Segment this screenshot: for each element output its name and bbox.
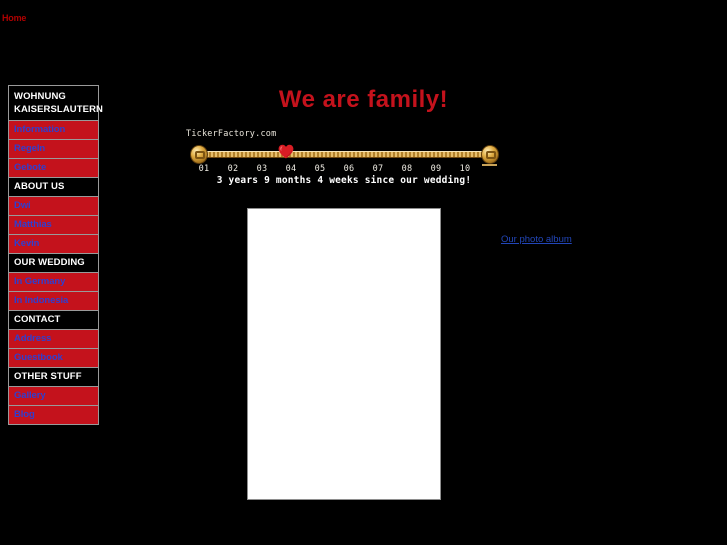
sidebar-item-address[interactable]: Address <box>9 330 98 349</box>
ticker-tick-03: 03 <box>256 164 268 174</box>
sidebar-item-kevin[interactable]: Kevin <box>9 235 98 254</box>
sidebar-item-gallery[interactable]: Gallery <box>9 387 98 406</box>
sidebar-link-guestbook[interactable]: Guestbook <box>14 352 94 364</box>
sidebar-item-gebote[interactable]: Gebote <box>9 159 98 178</box>
sidebar-header-contact: CONTACT <box>9 311 98 330</box>
sidebar-link-kevin[interactable]: Kevin <box>14 238 94 250</box>
sidebar-header-our-wedding: OUR WEDDING <box>9 254 98 273</box>
ticker-brand-label: TickerFactory.com <box>186 129 277 139</box>
chain-bar <box>202 151 488 158</box>
sidebar-link-regeln[interactable]: Regeln <box>14 143 94 155</box>
ticker-chain <box>186 143 502 166</box>
heart-charm-icon <box>278 144 294 159</box>
sidebar-item-in-indonesia[interactable]: In Indonesia <box>9 292 98 311</box>
ticker-tick-01: 01 <box>198 164 210 174</box>
ticker-tick-06: 06 <box>343 164 355 174</box>
ticker-tick-04: 04 <box>285 164 297 174</box>
chain-clasp-left-icon <box>190 145 208 164</box>
sidebar-header-about-us: ABOUT US <box>9 178 98 197</box>
sidebar-link-gebote[interactable]: Gebote <box>14 162 94 174</box>
sidebar-link-matthias[interactable]: Matthias <box>14 219 94 231</box>
sidebar-header-other-stuff: OTHER STUFF <box>9 368 98 387</box>
sidebar-link-gallery[interactable]: Gallery <box>14 390 94 402</box>
ticker-tick-09: 09 <box>430 164 442 174</box>
sidebar-item-matthias[interactable]: Matthias <box>9 216 98 235</box>
sidebar-link-address[interactable]: Address <box>14 333 94 345</box>
photo-album-link[interactable]: Our photo album <box>501 234 572 245</box>
sidebar-link-in-indonesia[interactable]: In Indonesia <box>14 295 94 307</box>
sidebar-link-blog[interactable]: Blog <box>14 409 94 421</box>
sidebar-link-in-germany[interactable]: In Germany <box>14 276 94 288</box>
page-title: We are family! <box>278 86 449 113</box>
ticker-tick-10: 10 <box>459 164 471 174</box>
ticker-tick-05: 05 <box>314 164 326 174</box>
ticker-tick-02: 02 <box>227 164 239 174</box>
ticker-tick-08: 08 <box>401 164 413 174</box>
ticker-caption: 3 years 9 months 4 weeks since our weddi… <box>216 175 472 186</box>
sidebar-item-guestbook[interactable]: Guestbook <box>9 349 98 368</box>
sidebar-item-information[interactable]: Information <box>9 121 98 140</box>
sidebar-item-in-germany[interactable]: In Germany <box>9 273 98 292</box>
sidebar-item-dwi[interactable]: Dwi <box>9 197 98 216</box>
embed-placeholder <box>247 208 441 500</box>
ticker-tick-07: 07 <box>372 164 384 174</box>
sidebar-item-regeln[interactable]: Regeln <box>9 140 98 159</box>
chain-clasp-right-icon <box>481 145 499 164</box>
sidebar-link-dwi[interactable]: Dwi <box>14 200 94 212</box>
wedding-ticker[interactable]: TickerFactory.com 01 02 03 04 05 06 07 0… <box>186 129 502 186</box>
sidebar-item-blog[interactable]: Blog <box>9 406 98 425</box>
sidebar-link-information[interactable]: Information <box>14 124 94 136</box>
photo-album-link-container: Our photo album <box>501 234 572 245</box>
home-link[interactable]: Home <box>2 13 26 23</box>
sidebar-nav: WOHNUNG KAISERSLAUTERN Information Regel… <box>8 85 103 425</box>
